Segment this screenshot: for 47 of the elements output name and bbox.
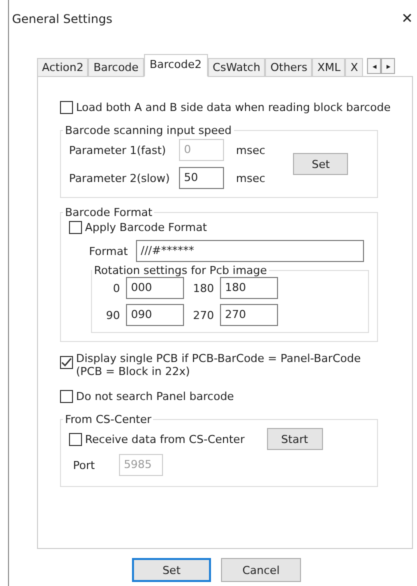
checkbox-label: Do not search Panel barcode — [76, 390, 234, 403]
angle-label: 90 — [105, 308, 120, 322]
field-label: Parameter 2(slow) — [69, 172, 171, 184]
checkbox[interactable] — [60, 356, 73, 369]
checkbox-label: Load both A and B side data when reading block barcode — [76, 101, 391, 114]
checkbox[interactable] — [69, 432, 82, 446]
checkbox[interactable] — [60, 390, 73, 403]
checkbox-label: Receive data from CS-Center — [85, 432, 245, 446]
checkbox[interactable] — [60, 101, 73, 114]
tab[interactable]: Barcode2 — [144, 54, 208, 77]
scroll-arrow-button[interactable]: ▸ — [381, 58, 396, 74]
cancel-button[interactable]: Cancel — [221, 558, 301, 582]
field-label: Format — [89, 244, 128, 258]
close-icon[interactable]: ✕ — [401, 11, 413, 27]
checkbox-label: Display single PCB if PCB-BarCode = Panel-BarCode — [76, 352, 361, 365]
group-title: From CS-Center — [64, 413, 152, 426]
group-title: Rotation settings for Pcb image — [93, 264, 268, 277]
checkbox-label: (PCB = Block in 22x) — [76, 365, 191, 378]
tab[interactable]: Barcode — [88, 58, 144, 77]
window-title: General Settings — [12, 12, 112, 26]
input-field[interactable]: 000 — [126, 277, 184, 299]
input-field[interactable]: 270 — [220, 304, 278, 326]
scroll-arrow-button[interactable]: ◂ — [367, 58, 382, 74]
angle-label: 270 — [192, 308, 214, 322]
tab[interactable]: Others — [265, 58, 312, 77]
input-field[interactable]: 180 — [220, 277, 278, 299]
angle-label: 0 — [112, 282, 120, 294]
start-button[interactable]: Start — [266, 428, 323, 450]
input-field[interactable]: 090 — [126, 304, 184, 326]
tab[interactable]: X — [345, 58, 364, 76]
unit-label: msec — [236, 144, 266, 156]
tab[interactable]: CsWatch — [208, 58, 266, 77]
format-field[interactable]: ///#****** — [136, 240, 364, 262]
tab[interactable]: XML — [312, 58, 346, 77]
unit-label: msec — [236, 172, 266, 184]
tab[interactable]: Action2 — [37, 58, 88, 77]
input-field[interactable]: 50 — [179, 167, 224, 189]
group-title: Barcode Format — [64, 206, 154, 219]
checkbox[interactable] — [69, 221, 82, 234]
set-button[interactable]: Set — [132, 558, 211, 582]
set-button[interactable]: Set — [293, 153, 348, 175]
check-icon — [61, 357, 72, 368]
checkbox-label: Apply Barcode Format — [85, 221, 207, 234]
field-label: Parameter 1(fast) — [69, 144, 167, 156]
group-title: Barcode scanning input speed — [64, 124, 233, 137]
field-label: Port — [73, 458, 95, 472]
angle-label: 180 — [192, 282, 214, 294]
